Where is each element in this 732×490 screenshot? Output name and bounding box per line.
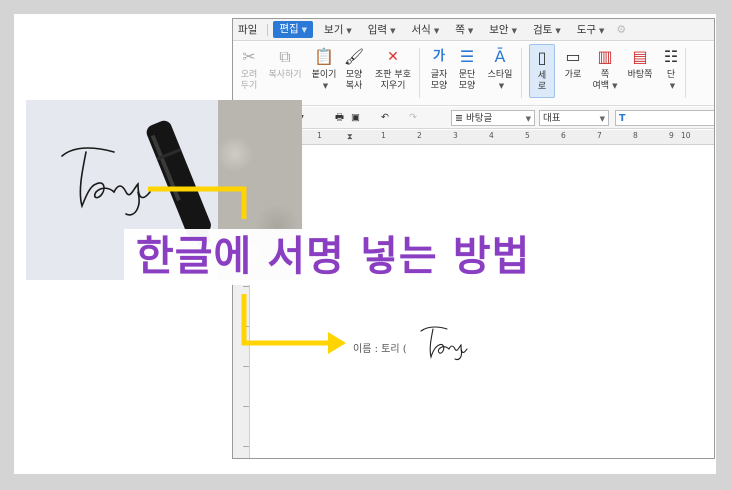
erase-markers-button[interactable]: ✕ 조판 부호 지우기 — [371, 46, 415, 92]
undo-icon[interactable]: ↶ — [381, 110, 389, 126]
chevron-down-icon: ▼ — [669, 82, 676, 90]
clipboard-icon: 📋 — [314, 47, 334, 66]
style-icon: Ā — [494, 47, 506, 66]
para-shape-button[interactable]: ☰ 문단 모양 — [455, 46, 479, 92]
copy-icon: ⧉ — [279, 47, 291, 66]
chevron-down-icon: ▼ — [301, 26, 308, 34]
columns-button[interactable]: ☷ 단 ▼ — [661, 46, 681, 92]
copy-button[interactable]: ⧉ 복사하기 — [263, 46, 307, 81]
truetype-icon: T — [619, 113, 626, 124]
signature-image-small[interactable] — [417, 323, 477, 363]
chevron-down-icon: ▼ — [612, 82, 618, 90]
chevron-down-icon: ▼ — [511, 26, 517, 35]
font-select[interactable]: 대표 ▼ — [539, 110, 609, 126]
menu-bar: 파일 편집 ▼ 보기 ▼ 입력 ▼ 서식 ▼ 쪽 ▼ 보안 ▼ 검토 ▼ 도구 ▼ ⚙ — [233, 19, 714, 41]
chevron-down-icon: ▼ — [599, 115, 605, 123]
print-icon[interactable]: 🖶 — [335, 110, 344, 126]
chevron-down-icon: ▼ — [525, 115, 531, 123]
indent-marker-icon[interactable]: ⧗ — [347, 132, 353, 142]
background-page-button[interactable]: ▤ 바탕쪽 — [623, 46, 657, 81]
page-margin-button[interactable]: ▥ 쪽 여백 ▼ — [591, 46, 619, 92]
menu-review[interactable]: 검토 ▼ — [525, 19, 569, 41]
columns-icon: ☷ — [663, 47, 679, 66]
style-icon: ≣ — [455, 113, 463, 124]
ruler-tick — [243, 446, 249, 447]
chevron-down-icon: ▼ — [322, 82, 329, 90]
chevron-down-icon: ▼ — [390, 26, 396, 35]
format-copy-button[interactable]: 🖌 모양 복사 — [341, 46, 367, 92]
ruler-tick — [243, 406, 249, 407]
erase-markers-icon: ✕ — [387, 49, 399, 65]
menu-format[interactable]: 서식 ▼ — [403, 19, 447, 41]
background-page-icon: ▤ — [632, 47, 648, 66]
ribbon-separator — [419, 48, 420, 98]
cut-button[interactable]: ✂ 오려 두기 — [237, 46, 261, 92]
chevron-down-icon: ▼ — [346, 26, 352, 35]
redo-icon[interactable]: ↷ — [409, 110, 417, 126]
ruler-tick — [243, 286, 249, 287]
menu-page[interactable]: 쪽 ▼ — [447, 19, 481, 41]
menu-insert[interactable]: 입력 ▼ — [360, 19, 404, 41]
para-shape-icon: ☰ — [459, 47, 475, 66]
ribbon: ✂ 오려 두기 ⧉ 복사하기 📋 붙이기 ▼ 🖌 모양 복사 ✕ 조판 부호 지우기 가 — [233, 42, 714, 106]
save-icon[interactable]: ▣ — [351, 110, 360, 126]
page-margin-icon: ▥ — [597, 47, 613, 66]
menu-tools[interactable]: 도구 ▼ — [569, 19, 613, 41]
menu-security[interactable]: 보안 ▼ — [481, 19, 525, 41]
style-select[interactable]: ≣ 바탕글 ▼ — [451, 110, 535, 126]
char-shape-icon: 가 — [433, 49, 445, 64]
headline-title: 한글에 서명 넣는 방법 — [124, 229, 543, 285]
extension-icon[interactable]: ⚙ — [612, 23, 626, 36]
ruler-tick — [243, 326, 249, 327]
chevron-down-icon: ▼ — [467, 26, 474, 35]
char-shape-button[interactable]: 가 글자 모양 — [427, 46, 451, 92]
ruler-tick — [243, 366, 249, 367]
chevron-down-icon: ▼ — [599, 26, 605, 35]
menu-edit[interactable]: 편집 ▼ — [273, 21, 314, 38]
name-field-text[interactable]: 이름 : 토리 ( — [353, 340, 407, 355]
document-page[interactable] — [233, 146, 714, 458]
format-toolbar: ▾ 🖶 ▣ ↶ ↷ ≣ 바탕글▼ 대표▼ T — [233, 107, 714, 129]
landscape-button[interactable]: ▭ 가로 — [561, 46, 585, 81]
ribbon-separator — [521, 48, 522, 98]
portrait-button[interactable]: ▯ 세로 — [529, 44, 555, 98]
menu-view[interactable]: 보기 ▼ — [316, 19, 360, 41]
portrait-page-icon: ▯ — [537, 48, 547, 67]
font-name-select[interactable]: T — [615, 110, 714, 126]
chevron-down-icon: ▼ — [555, 26, 561, 35]
menu-file[interactable]: 파일 — [233, 19, 265, 41]
format-brush-icon: 🖌 — [343, 47, 365, 66]
paste-button[interactable]: 📋 붙이기 ▼ — [309, 46, 339, 92]
ribbon-separator — [685, 48, 686, 98]
chevron-down-icon: ▼ — [498, 82, 505, 90]
horizontal-ruler[interactable]: ⧗ 1 1 2 3 4 5 6 7 8 9 10 — [233, 130, 714, 145]
landscape-page-icon: ▭ — [565, 47, 581, 66]
scissors-icon: ✂ — [242, 47, 256, 66]
screenshot-canvas: 파일 편집 ▼ 보기 ▼ 입력 ▼ 서식 ▼ 쪽 ▼ 보안 ▼ 검토 ▼ 도구 ▼ ⚙ ✂ 오려… — [14, 14, 716, 474]
style-button[interactable]: Ā 스타일 ▼ — [485, 46, 515, 92]
chevron-down-icon: ▼ — [433, 26, 440, 35]
menu-separator — [267, 23, 269, 36]
